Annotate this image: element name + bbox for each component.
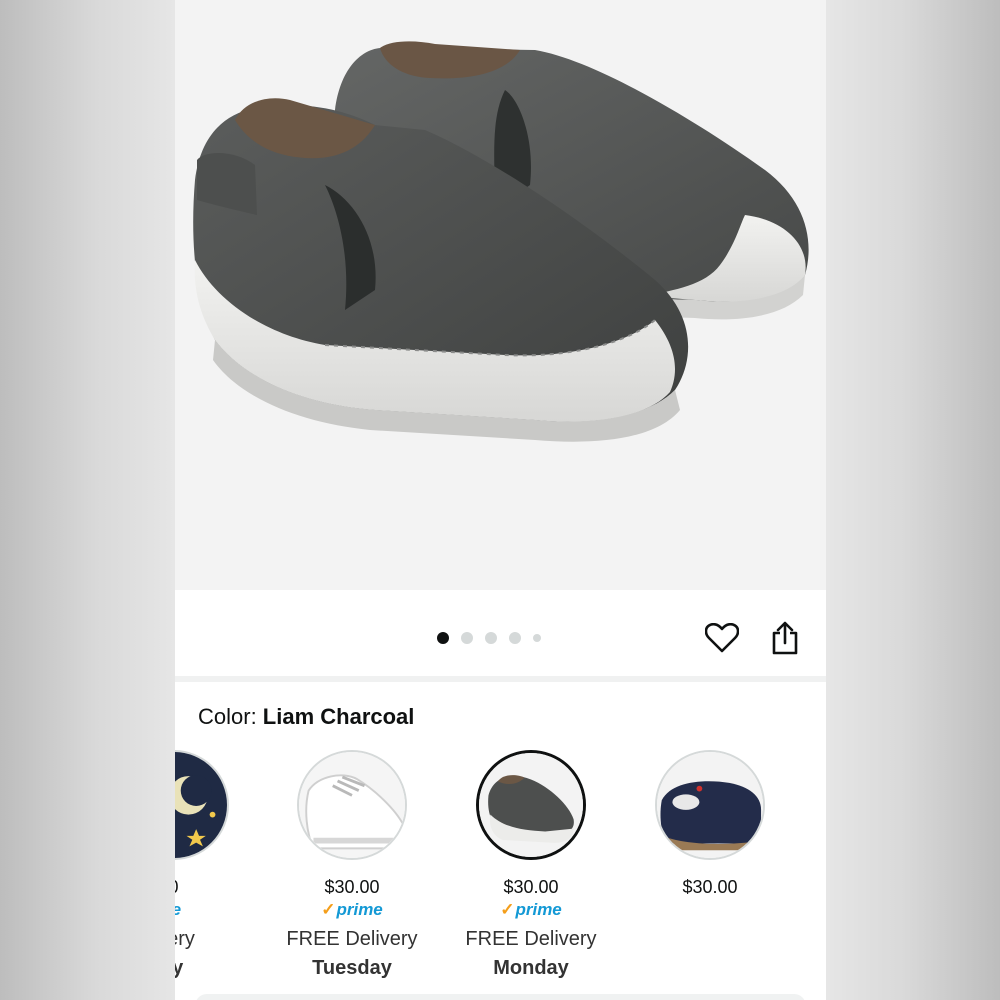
prime-label: ime xyxy=(175,900,181,919)
delivery-text: FREE Delivery xyxy=(465,928,597,950)
image-pagination-dots[interactable] xyxy=(437,630,541,646)
navy-moon-shoe-thumbnail xyxy=(175,752,227,858)
color-swatch-white-lace[interactable] xyxy=(297,750,407,860)
pagination-dot-4[interactable] xyxy=(509,632,521,644)
wishlist-button[interactable] xyxy=(702,618,742,658)
shoes-illustration xyxy=(193,41,809,442)
prime-badge: ✓prime xyxy=(441,898,621,922)
delivery-day xyxy=(620,954,800,982)
option-price: $30.00 xyxy=(503,877,559,897)
option-liam-charcoal[interactable]: $30.00 ✓prime FREE Delivery Monday xyxy=(441,876,621,982)
pagination-dot-1[interactable] xyxy=(437,632,449,644)
prime-badge: ✓prime xyxy=(262,898,442,922)
delivery-day: Tuesday xyxy=(312,957,392,979)
heart-outline-icon xyxy=(705,623,739,653)
option-navy-whale[interactable]: $30.00 xyxy=(620,876,800,982)
next-section-edge xyxy=(195,994,806,1000)
delivery-day: Monday xyxy=(493,957,569,979)
color-swatch-liam-charcoal[interactable] xyxy=(476,750,586,860)
option-price: $30.00 xyxy=(324,877,380,897)
pagination-dot-2[interactable] xyxy=(461,632,473,644)
prime-badge: ime xyxy=(175,898,256,922)
liam-charcoal-shoe-thumbnail xyxy=(479,753,583,857)
pagination-dot-5[interactable] xyxy=(533,634,541,642)
prime-badge xyxy=(620,898,800,922)
white-lace-shoe-thumbnail xyxy=(299,752,405,858)
color-label-prefix: Color: xyxy=(198,704,263,729)
option-price: $30.00 xyxy=(682,877,738,897)
gallery-controls xyxy=(175,590,826,676)
navy-whale-shoe-thumbnail xyxy=(657,752,763,858)
option-navy-moon[interactable]: .00 ime elivery day xyxy=(175,876,256,982)
prime-check-icon: ✓ xyxy=(321,900,336,919)
color-variations: Color: Liam Charcoal .00 ime elivery day xyxy=(175,682,826,1000)
delivery-day: day xyxy=(175,957,184,979)
delivery-text: elivery xyxy=(175,928,195,950)
option-price: .00 xyxy=(175,876,256,898)
delivery-text xyxy=(620,924,800,954)
background-blur-left xyxy=(0,0,175,1000)
product-page: Color: Liam Charcoal .00 ime elivery day xyxy=(175,0,826,1000)
prime-label: prime xyxy=(336,900,383,919)
background-blur-right xyxy=(826,0,1000,1000)
color-swatch-navy-moon[interactable] xyxy=(175,750,229,860)
prime-label: prime xyxy=(515,900,562,919)
prime-check-icon: ✓ xyxy=(500,900,515,919)
share-button[interactable] xyxy=(765,618,805,658)
delivery-text: FREE Delivery xyxy=(286,928,418,950)
color-label: Color: Liam Charcoal xyxy=(198,704,414,730)
product-image[interactable] xyxy=(175,0,826,590)
pagination-dot-3[interactable] xyxy=(485,632,497,644)
share-icon xyxy=(772,621,798,655)
option-white-lace[interactable]: $30.00 ✓prime FREE Delivery Tuesday xyxy=(262,876,442,982)
color-swatch-navy-whale[interactable] xyxy=(655,750,765,860)
selected-color-name: Liam Charcoal xyxy=(262,704,415,729)
